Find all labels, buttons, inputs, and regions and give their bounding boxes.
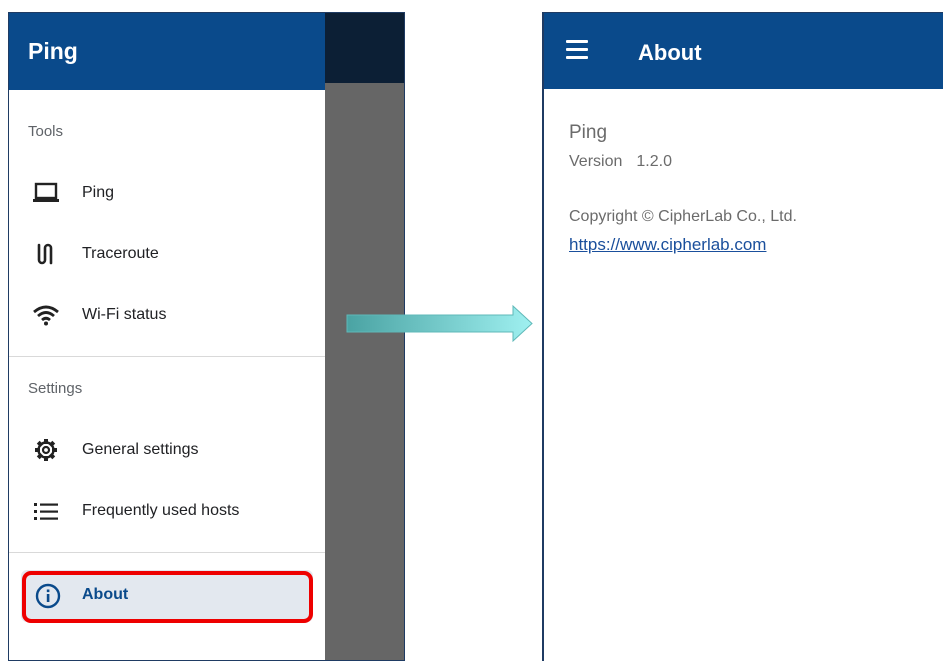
drawer-scrim[interactable] bbox=[325, 83, 404, 660]
gear-icon bbox=[32, 436, 60, 464]
section-title-tools: Tools bbox=[28, 123, 64, 140]
list-icon bbox=[32, 497, 60, 525]
navigation-drawer: Ping Tools Ping Traceroute Wi-Fi status … bbox=[9, 13, 325, 660]
section-title-settings: Settings bbox=[28, 380, 83, 397]
drawer-item-traceroute[interactable]: Traceroute bbox=[9, 232, 325, 276]
app-bar: About bbox=[544, 13, 943, 89]
drawer-divider bbox=[9, 356, 325, 357]
route-icon bbox=[32, 240, 60, 268]
version-row: Version 1.2.0 bbox=[569, 153, 672, 171]
drawer-item-general-settings[interactable]: General settings bbox=[9, 428, 325, 472]
drawer-header: Ping bbox=[9, 13, 325, 90]
page-title: About bbox=[638, 40, 702, 65]
drawer-item-label: Traceroute bbox=[82, 245, 159, 262]
app-name: Ping bbox=[569, 122, 608, 143]
drawer-item-label: Frequently used hosts bbox=[82, 502, 240, 519]
transition-arrow bbox=[346, 305, 533, 342]
highlight-box bbox=[22, 571, 313, 623]
drawer-item-label: Ping bbox=[82, 184, 115, 201]
website-link[interactable]: https://www.cipherlab.com bbox=[569, 235, 766, 255]
drawer-title: Ping bbox=[28, 38, 78, 64]
drawer-item-frequently-used-hosts[interactable]: Frequently used hosts bbox=[9, 489, 325, 533]
drawer-divider bbox=[9, 552, 325, 553]
drawer-item-ping[interactable]: Ping bbox=[9, 171, 325, 215]
drawer-item-wifi-status[interactable]: Wi-Fi status bbox=[9, 293, 325, 337]
version-label: Version bbox=[569, 153, 623, 170]
version-value: 1.2.0 bbox=[636, 153, 672, 170]
about-screen: About Ping Version 1.2.0 Copyright © Ciph… bbox=[542, 12, 943, 661]
laptop-icon bbox=[32, 179, 60, 207]
hamburger-icon[interactable] bbox=[566, 40, 588, 60]
status-scrim bbox=[325, 13, 404, 83]
wifi-icon bbox=[32, 301, 60, 329]
copyright-text: Copyright © CipherLab Co., Ltd. bbox=[569, 208, 797, 225]
drawer-item-label: Wi-Fi status bbox=[82, 306, 167, 323]
drawer-item-label: General settings bbox=[82, 441, 199, 458]
